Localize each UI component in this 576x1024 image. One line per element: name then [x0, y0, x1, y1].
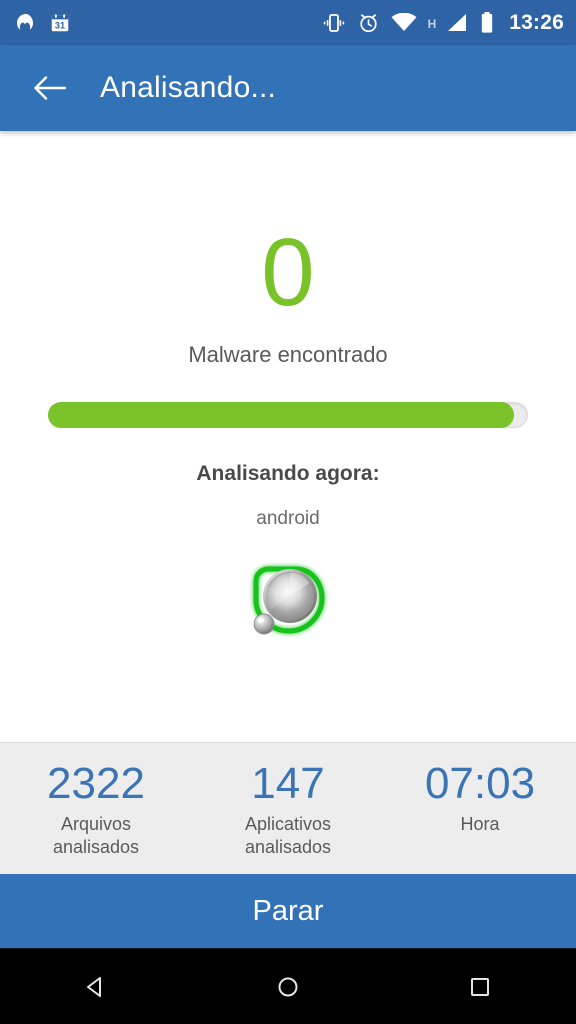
app-bar: Analisando...	[0, 45, 576, 131]
stat-label: Arquivos analisados	[52, 814, 140, 857]
nav-back-icon[interactable]	[56, 957, 136, 1017]
stat-label: Hora	[460, 814, 500, 834]
stat-label: Aplicativos analisados	[244, 814, 332, 857]
scanning-now-value: android	[256, 508, 320, 530]
status-bar-system-icons: H 13:26	[322, 11, 564, 35]
scan-stats-panel: 2322 Arquivos analisados 147 Aplicativos…	[0, 741, 576, 874]
status-bar: 31 H 13:26	[0, 0, 576, 45]
back-arrow-icon[interactable]	[30, 68, 70, 108]
stat-value: 07:03	[424, 758, 536, 808]
scan-progress-bar	[48, 402, 528, 429]
stat-files-scanned: 2322 Arquivos analisados	[0, 758, 192, 858]
malware-count-label: Malware encontrado	[188, 342, 388, 368]
wifi-icon	[391, 12, 417, 33]
stat-elapsed-time: 07:03 Hora	[384, 758, 576, 858]
calendar-icon: 31	[49, 12, 71, 34]
stop-scan-button[interactable]: Parar	[0, 874, 576, 948]
stat-value: 2322	[47, 758, 145, 808]
scan-content: 0 Malware encontrado Analisando agora: a…	[0, 131, 576, 742]
scanning-now-label: Analisando agora:	[196, 462, 380, 486]
clock-time: 13:26	[509, 10, 564, 34]
vibrate-icon	[322, 12, 346, 34]
nav-home-icon[interactable]	[248, 957, 328, 1017]
signal-bars-icon	[447, 13, 469, 33]
network-type-icon: H	[427, 16, 437, 31]
stat-value: 147	[251, 758, 325, 808]
page-title: Analisando...	[100, 71, 277, 104]
scanning-disc-icon	[240, 554, 336, 650]
android-screen: 31 H 13:26 Analisando... 0 Malware encon…	[0, 0, 576, 1024]
svg-text:31: 31	[55, 20, 65, 30]
alarm-clock-icon	[357, 11, 380, 34]
malwarebytes-logo-icon	[14, 11, 38, 35]
progress-fill	[48, 402, 514, 429]
malware-count: 0	[261, 219, 315, 326]
nav-recents-icon[interactable]	[440, 957, 520, 1017]
battery-icon	[480, 11, 494, 34]
status-bar-notifications: 31	[14, 11, 71, 35]
stat-apps-scanned: 147 Aplicativos analisados	[192, 758, 384, 858]
android-nav-bar	[0, 948, 576, 1024]
